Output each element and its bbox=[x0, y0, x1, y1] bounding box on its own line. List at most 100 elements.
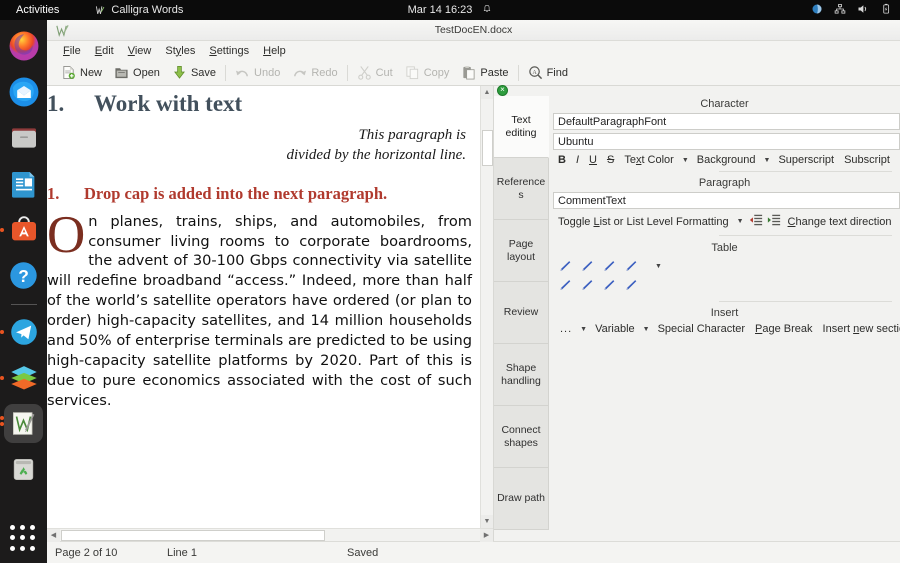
decrease-indent-icon[interactable] bbox=[747, 212, 765, 231]
pen-tool-icon[interactable] bbox=[579, 278, 594, 293]
variable-button[interactable]: Variable bbox=[590, 322, 640, 336]
undo-arrow-icon bbox=[235, 65, 250, 80]
chevron-down-icon[interactable]: ▼ bbox=[652, 263, 665, 270]
chevron-down-icon[interactable]: ▼ bbox=[640, 326, 653, 333]
character-format-row: B I U S Text Color ▼ Background ▼ Supers… bbox=[549, 150, 900, 167]
show-applications-button[interactable] bbox=[10, 525, 38, 553]
chevron-down-icon[interactable]: ▼ bbox=[761, 157, 774, 164]
dock-item-trash[interactable] bbox=[4, 450, 43, 489]
subscript-button[interactable]: Subscript bbox=[839, 153, 895, 167]
undo-button[interactable]: Undo bbox=[229, 63, 286, 82]
clipboard-icon bbox=[461, 65, 476, 80]
gnome-top-bar: Activities Calligra Words Mar 14 16:23 bbox=[0, 0, 900, 20]
menu-edit[interactable]: Edit bbox=[89, 44, 120, 58]
dock-item-calligra-words[interactable] bbox=[4, 404, 43, 443]
increase-indent-icon[interactable] bbox=[765, 212, 783, 231]
chevron-down-icon[interactable]: ▼ bbox=[577, 326, 590, 333]
superscript-button[interactable]: Superscript bbox=[773, 153, 839, 167]
find-button[interactable]: A Find bbox=[522, 63, 574, 82]
bold-button[interactable]: B bbox=[553, 153, 571, 167]
tab-page-layout[interactable]: Page layout bbox=[494, 220, 549, 282]
tab-shape-handling[interactable]: Shape handling bbox=[494, 344, 549, 406]
scroll-left-arrow[interactable]: ◀ bbox=[47, 529, 60, 542]
dock-item-ubuntu-software[interactable] bbox=[4, 210, 43, 249]
text-color-button[interactable]: Text Color bbox=[619, 153, 679, 167]
chevron-down-icon[interactable]: ▼ bbox=[734, 218, 747, 225]
scroll-down-arrow[interactable]: ▼ bbox=[481, 515, 494, 528]
menu-styles[interactable]: Styles bbox=[159, 44, 201, 58]
dock-item-thunderbird[interactable] bbox=[4, 72, 43, 111]
pen-tool-icon[interactable] bbox=[623, 278, 638, 293]
insert-new-section-button[interactable]: Insert new section bbox=[818, 322, 900, 336]
vscroll-thumb[interactable] bbox=[482, 130, 493, 166]
menu-settings[interactable]: Settings bbox=[203, 44, 255, 58]
document-subheading: 1. Drop cap is added into the next parag… bbox=[47, 183, 472, 205]
tab-text-editing[interactable]: Text editing bbox=[494, 96, 549, 158]
active-app-menu[interactable]: Calligra Words bbox=[95, 4, 183, 16]
page-break-button[interactable]: Page Break bbox=[750, 322, 818, 336]
document-vertical-scrollbar[interactable]: ▲ ▼ bbox=[480, 86, 493, 528]
new-button[interactable]: New bbox=[55, 63, 108, 82]
chevron-down-icon[interactable]: ▼ bbox=[679, 157, 692, 164]
scroll-right-arrow[interactable]: ▶ bbox=[480, 529, 493, 542]
redo-button[interactable]: Redo bbox=[286, 63, 343, 82]
calligra-words-icon bbox=[95, 5, 106, 16]
clock[interactable]: Mar 14 16:23 bbox=[408, 4, 473, 16]
copy-button[interactable]: Copy bbox=[399, 63, 456, 82]
activities-button[interactable]: Activities bbox=[8, 4, 67, 16]
bell-icon[interactable] bbox=[482, 4, 492, 17]
running-indicator bbox=[0, 422, 4, 426]
toggle-list-button[interactable]: Toggle List or List Level Formatting bbox=[553, 215, 734, 229]
running-indicator bbox=[0, 330, 4, 334]
background-color-button[interactable]: Background bbox=[692, 153, 761, 167]
svg-text:?: ? bbox=[18, 266, 29, 286]
tab-draw-path[interactable]: Draw path bbox=[494, 468, 549, 530]
subheading-number: 1. bbox=[47, 183, 84, 205]
strikeout-button[interactable]: S bbox=[602, 153, 619, 167]
menu-file[interactable]: File bbox=[57, 44, 87, 58]
pen-tool-icon[interactable] bbox=[579, 259, 594, 274]
active-app-label: Calligra Words bbox=[111, 4, 183, 16]
dock-item-help[interactable]: ? bbox=[4, 256, 43, 295]
pen-tool-icon[interactable] bbox=[557, 278, 572, 293]
tab-connect-shapes[interactable]: Connect shapes bbox=[494, 406, 549, 468]
more-button[interactable]: ... bbox=[555, 322, 577, 336]
dock-item-files[interactable] bbox=[4, 118, 43, 157]
top-bar-left: Activities Calligra Words bbox=[0, 4, 183, 16]
dock-item-layers[interactable] bbox=[4, 358, 43, 397]
hscroll-thumb[interactable] bbox=[61, 530, 325, 541]
dock-item-firefox[interactable] bbox=[4, 26, 43, 65]
pen-tool-icon[interactable] bbox=[557, 259, 572, 274]
document-horizontal-scrollbar[interactable]: ◀ ▶ bbox=[47, 528, 493, 541]
underline-button[interactable]: U bbox=[584, 153, 602, 167]
status-bar: Page 2 of 10 Line 1 Saved bbox=[47, 541, 900, 563]
paste-button[interactable]: Paste bbox=[455, 63, 514, 82]
font-family-combo[interactable]: Ubuntu bbox=[553, 133, 900, 150]
dock-item-telegram[interactable] bbox=[4, 312, 43, 351]
menu-view[interactable]: View bbox=[122, 44, 158, 58]
running-indicator bbox=[0, 228, 4, 232]
system-indicators[interactable] bbox=[811, 0, 892, 20]
body-text: n planes, trains, ships, and automobiles… bbox=[47, 213, 472, 409]
cut-button[interactable]: Cut bbox=[351, 63, 399, 82]
save-button[interactable]: Save bbox=[166, 63, 222, 82]
pen-tool-icon[interactable] bbox=[623, 259, 638, 274]
scroll-up-arrow[interactable]: ▲ bbox=[481, 86, 494, 99]
document-view: 1. Work with text This paragraph is divi… bbox=[47, 86, 494, 541]
close-icon[interactable]: × bbox=[497, 85, 508, 96]
character-style-combo[interactable]: DefaultParagraphFont bbox=[553, 113, 900, 130]
tab-review[interactable]: Review bbox=[494, 282, 549, 344]
pen-tool-icon[interactable] bbox=[601, 278, 616, 293]
open-button[interactable]: Open bbox=[108, 63, 166, 82]
document-heading: 1. Work with text bbox=[47, 91, 472, 117]
pen-tool-icon[interactable] bbox=[601, 259, 616, 274]
window-title-bar: TestDocEN.docx bbox=[47, 20, 900, 41]
special-character-button[interactable]: Special Character bbox=[653, 322, 750, 336]
change-text-direction-button[interactable]: Change text direction bbox=[783, 215, 897, 229]
document-page[interactable]: 1. Work with text This paragraph is divi… bbox=[47, 86, 480, 528]
italic-button[interactable]: I bbox=[571, 153, 584, 167]
tab-references[interactable]: References bbox=[494, 158, 549, 220]
paragraph-style-combo[interactable]: CommentText bbox=[553, 192, 900, 209]
menu-help[interactable]: Help bbox=[257, 44, 292, 58]
dock-item-text-editor[interactable] bbox=[4, 164, 43, 203]
